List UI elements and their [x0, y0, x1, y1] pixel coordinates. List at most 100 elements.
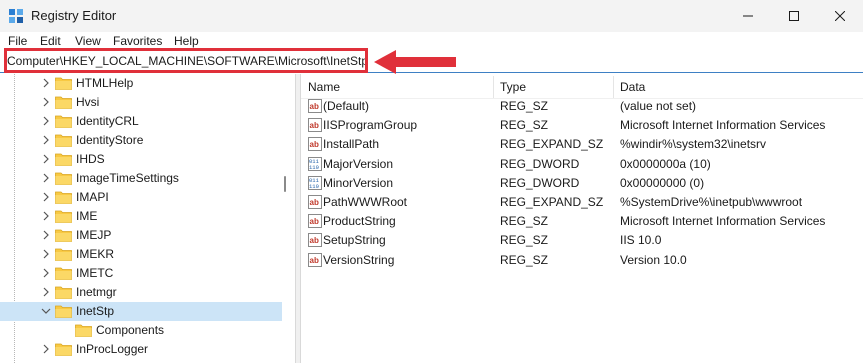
string-value-icon: ab	[308, 214, 322, 228]
tree-item-label: IdentityCRL	[76, 114, 139, 128]
string-value-icon: ab	[308, 233, 322, 247]
value-type: REG_SZ	[500, 118, 549, 132]
chevron-down-icon[interactable]	[41, 306, 51, 316]
folder-icon	[55, 153, 72, 166]
tree-item-label: ImageTimeSettings	[76, 171, 179, 185]
value-data: Microsoft Internet Information Services	[620, 214, 826, 228]
chevron-right-icon[interactable]	[41, 249, 51, 259]
value-row[interactable]: ab InstallPath REG_EXPAND_SZ %windir%\syste…	[301, 135, 863, 154]
tree-item-label: IMEKR	[76, 247, 115, 261]
tree-item-label: Components	[96, 323, 165, 337]
tree-item[interactable]: Hvsi	[0, 93, 282, 112]
folder-icon	[55, 305, 72, 318]
svg-text:ab: ab	[310, 140, 319, 149]
tree-item[interactable]: IdentityCRL	[0, 112, 282, 131]
string-value-icon: ab	[308, 195, 322, 209]
tree-item-label: IMEJP	[76, 228, 112, 242]
tree-item[interactable]: ImageTimeSettings	[0, 169, 282, 188]
tree-item[interactable]: IMAPI	[0, 188, 282, 207]
string-value-icon: ab	[308, 99, 322, 113]
key-tree-pane[interactable]: HTMLHelp Hvsi IdentityCRL IdentityStore IHDS…	[0, 74, 295, 363]
value-row[interactable]: ab ProductString REG_SZ Microsoft Internet …	[301, 212, 863, 231]
value-type: REG_DWORD	[500, 176, 580, 190]
chevron-right-icon[interactable]	[41, 116, 51, 126]
column-header-name[interactable]: Name	[308, 80, 340, 94]
registry-editor-icon	[9, 9, 23, 23]
tree-item[interactable]: IMEJP	[0, 226, 282, 245]
value-name: IISProgramGroup	[323, 118, 418, 132]
values-pane[interactable]: Name Type Data ab (Default) REG_SZ (value n…	[301, 74, 863, 363]
chevron-right-icon[interactable]	[41, 287, 51, 297]
folder-icon	[55, 172, 72, 185]
tree-item-label: IdentityStore	[76, 133, 144, 147]
title-bar[interactable]: Registry Editor	[0, 0, 863, 32]
column-separator[interactable]	[493, 76, 494, 98]
menu-help[interactable]: Help	[174, 34, 199, 48]
column-separator[interactable]	[613, 76, 614, 98]
tree-item[interactable]: IdentityStore	[0, 131, 282, 150]
folder-icon	[55, 77, 72, 90]
tree-item-label: IMAPI	[76, 190, 109, 204]
folder-icon	[55, 115, 72, 128]
chevron-right-icon[interactable]	[41, 344, 51, 354]
folder-icon	[55, 210, 72, 223]
menu-file[interactable]: File	[8, 34, 27, 48]
value-data: 0x0000000a (10)	[620, 157, 711, 171]
tree-item-label: IME	[76, 209, 98, 223]
value-data: IIS 10.0	[620, 233, 662, 247]
svg-text:ab: ab	[310, 121, 319, 130]
value-row[interactable]: ab VersionString REG_SZ Version 10.0	[301, 251, 863, 270]
tree-item[interactable]: IHDS	[0, 150, 282, 169]
tree-item[interactable]: Inetmgr	[0, 283, 282, 302]
chevron-right-icon[interactable]	[41, 78, 51, 88]
chevron-right-icon[interactable]	[41, 211, 51, 221]
value-type: REG_SZ	[500, 233, 549, 247]
value-row[interactable]: ab PathWWWRoot REG_EXPAND_SZ %SystemDrive%\…	[301, 193, 863, 212]
menu-edit[interactable]: Edit	[40, 34, 61, 48]
tree-item-label: InetStp	[76, 304, 115, 318]
tree-item[interactable]: InetStp	[0, 302, 282, 321]
value-data: Microsoft Internet Information Services	[620, 118, 826, 132]
maximize-button[interactable]	[771, 0, 817, 32]
folder-icon	[55, 229, 72, 242]
tree-item-label: InProcLogger	[76, 342, 149, 356]
value-row[interactable]: 011 110 MinorVersion REG_DWORD 0x00000000 (0…	[301, 174, 863, 193]
chevron-right-icon[interactable]	[41, 154, 51, 164]
value-type: REG_EXPAND_SZ	[500, 195, 604, 209]
annotation-arrow-icon	[374, 50, 456, 74]
value-name: ProductString	[323, 214, 396, 228]
menu-favorites[interactable]: Favorites	[113, 34, 162, 48]
minimize-button[interactable]	[725, 0, 771, 32]
svg-text:110: 110	[309, 164, 319, 171]
value-name: MinorVersion	[323, 176, 394, 190]
chevron-right-icon[interactable]	[41, 135, 51, 145]
tree-item[interactable]: IME	[0, 207, 282, 226]
chevron-right-icon[interactable]	[41, 230, 51, 240]
tree-item[interactable]: InProcLogger	[0, 340, 282, 359]
chevron-right-icon[interactable]	[41, 173, 51, 183]
chevron-right-icon[interactable]	[41, 97, 51, 107]
close-button[interactable]	[817, 0, 863, 32]
value-row[interactable]: ab (Default) REG_SZ (value not set)	[301, 97, 863, 116]
svg-text:ab: ab	[310, 198, 319, 207]
window-title: Registry Editor	[31, 8, 117, 23]
binary-value-icon: 011110	[308, 157, 322, 171]
value-type: REG_SZ	[500, 214, 549, 228]
tree-scrollbar[interactable]	[283, 76, 287, 363]
binary-value-icon: 011110	[308, 176, 322, 190]
chevron-right-icon[interactable]	[41, 192, 51, 202]
column-header-data[interactable]: Data	[620, 80, 645, 94]
menu-view[interactable]: View	[75, 34, 101, 48]
tree-scrollbar-thumb[interactable]	[284, 176, 286, 192]
tree-item[interactable]: IMETC	[0, 264, 282, 283]
value-row[interactable]: ab SetupString REG_SZ IIS 10.0	[301, 231, 863, 250]
tree-item[interactable]: IMEKR	[0, 245, 282, 264]
tree-item[interactable]: HTMLHelp	[0, 74, 282, 93]
string-value-icon: ab	[308, 137, 322, 151]
chevron-right-icon[interactable]	[41, 268, 51, 278]
value-type: REG_SZ	[500, 99, 549, 113]
value-row[interactable]: 011 110 MajorVersion REG_DWORD 0x0000000a (1…	[301, 155, 863, 174]
value-row[interactable]: ab IISProgramGroup REG_SZ Microsoft Interne…	[301, 116, 863, 135]
column-header-type[interactable]: Type	[500, 80, 526, 94]
tree-item[interactable]: Components	[0, 321, 282, 340]
